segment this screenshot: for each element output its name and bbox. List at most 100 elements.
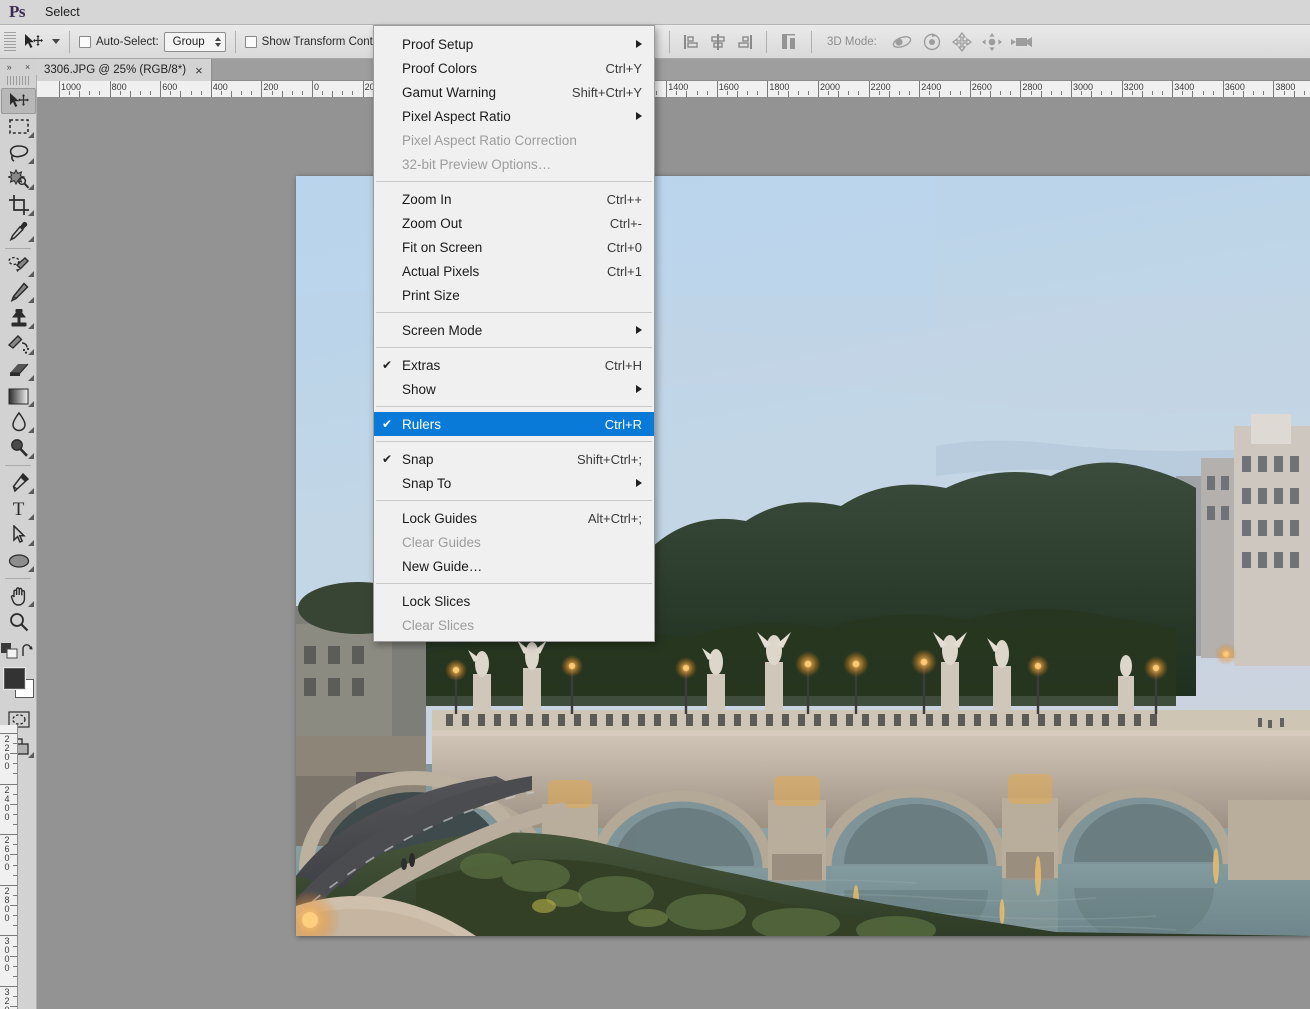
menu-item-label: Gamut Warning: [402, 84, 497, 100]
tool-move[interactable]: [1, 88, 36, 114]
submenu-arrow-icon: [636, 326, 642, 334]
menu-item-lock-guides[interactable]: Lock Guides Alt+Ctrl+;: [374, 506, 654, 530]
tool-dodge[interactable]: [1, 435, 36, 461]
menu-item-label: Zoom In: [402, 191, 452, 207]
ruler-minor-tick: [807, 91, 809, 95]
vertical-ruler[interactable]: 2 2 0 02 4 0 02 6 0 02 8 0 03 0 0 03 2 0…: [0, 725, 18, 1009]
auto-select-checkbox[interactable]: [79, 35, 91, 48]
horizontal-ruler[interactable]: 1000800600400200020040060080010001200140…: [37, 81, 1310, 98]
menu-item-label: Fit on Screen: [402, 239, 483, 255]
view-dropdown-menu[interactable]: Proof Setup Proof Colors Ctrl+Y Gamut Warni…: [373, 25, 655, 642]
ruler-minor-tick: [332, 91, 334, 97]
tools-panel-grip[interactable]: [7, 76, 29, 85]
tool-clone-stamp[interactable]: [1, 305, 36, 331]
close-panel-icon[interactable]: ×: [25, 62, 30, 72]
swap-colors-icon[interactable]: [20, 644, 35, 658]
canvas-workspace[interactable]: [37, 98, 1310, 1009]
ruler-minor-tick: [1030, 91, 1032, 95]
distribute-icon[interactable]: [778, 31, 800, 53]
menu-item-label: Proof Setup: [402, 36, 474, 52]
ruler-minor-tick: [13, 864, 17, 866]
tool-zoom[interactable]: [1, 609, 36, 635]
menu-item-print-size[interactable]: Print Size: [374, 283, 654, 307]
menu-item-zoom-out[interactable]: Zoom Out Ctrl+-: [374, 211, 654, 235]
tool-history-brush[interactable]: [1, 331, 36, 357]
menu-item-new-guide[interactable]: New Guide…: [374, 554, 654, 578]
menu-item-actual-pixels[interactable]: Actual Pixels Ctrl+1: [374, 259, 654, 283]
menu-item-label: Clear Guides: [402, 534, 481, 550]
menu-item-lock-slices[interactable]: Lock Slices: [374, 589, 654, 613]
menu-item-proof-colors[interactable]: Proof Colors Ctrl+Y: [374, 56, 654, 80]
auto-select-target-value: Group: [172, 35, 205, 48]
tool-brush[interactable]: [1, 279, 36, 305]
menu-item-fit-on-screen[interactable]: Fit on Screen Ctrl+0: [374, 235, 654, 259]
auto-select-target-dropdown[interactable]: Group: [163, 31, 226, 52]
menu-item-proof-setup[interactable]: Proof Setup: [374, 32, 654, 56]
options-divider-4: [766, 31, 767, 53]
menu-item-shortcut: Shift+Ctrl+Y: [571, 84, 642, 100]
tool-rectangular-marquee[interactable]: [1, 114, 36, 140]
ruler-minor-tick: [10, 955, 17, 957]
ruler-minor-tick: [220, 91, 222, 95]
camera-3d-icon[interactable]: [1010, 31, 1034, 53]
tool-crop[interactable]: [1, 192, 36, 218]
ruler-minor-tick: [69, 91, 71, 95]
eyedropper-tool-icon: [9, 221, 27, 241]
orbit-3d-icon[interactable]: [890, 31, 914, 53]
document-tab[interactable]: 3306.JPG @ 25% (RGB/8*) ×: [37, 59, 212, 81]
tool-lasso[interactable]: [1, 140, 36, 166]
close-tab-icon[interactable]: ×: [195, 63, 203, 78]
ruler-minor-tick: [10, 803, 17, 805]
options-bar-grip[interactable]: [4, 31, 16, 52]
menu-item-rulers[interactable]: ✔ Rulers Ctrl+R: [374, 412, 654, 436]
align-left-edges-icon[interactable]: [681, 31, 703, 53]
ruler-minor-tick: [656, 91, 658, 95]
tool-spot-healing-brush[interactable]: [1, 253, 36, 279]
menu-select[interactable]: Select: [34, 0, 100, 25]
tool-path-selection[interactable]: [1, 522, 36, 548]
menu-item-extras[interactable]: ✔ Extras Ctrl+H: [374, 353, 654, 377]
show-transform-controls-checkbox[interactable]: [244, 35, 257, 48]
menu-item-pixel-aspect-ratio[interactable]: Pixel Aspect Ratio: [374, 104, 654, 128]
align-horizontal-centers-icon[interactable]: [707, 31, 729, 53]
menu-item-screen-mode[interactable]: Screen Mode: [374, 318, 654, 342]
menu-item-label: 32-bit Preview Options…: [402, 156, 552, 172]
tool-preset-picker[interactable]: [20, 30, 46, 54]
tool-hand[interactable]: [1, 583, 36, 609]
pan-3d-icon[interactable]: [950, 31, 974, 53]
default-colors-icon[interactable]: [1, 643, 18, 659]
ruler-minor-tick: [13, 975, 17, 977]
ruler-minor-tick: [878, 91, 880, 95]
menu-item-gamut-warning[interactable]: Gamut Warning Shift+Ctrl+Y: [374, 80, 654, 104]
tool-pen[interactable]: [1, 470, 36, 496]
blur-tool-icon: [11, 412, 26, 432]
collapse-panel-icon[interactable]: »: [7, 62, 12, 72]
menu-item-show[interactable]: Show: [374, 377, 654, 401]
ruler-minor-tick: [838, 91, 840, 97]
ruler-minor-tick: [1091, 91, 1093, 97]
tool-horizontal-type[interactable]: T: [1, 496, 36, 522]
history-brush-tool-icon: [7, 335, 29, 354]
align-right-edges-icon[interactable]: [733, 31, 755, 53]
foreground-color-swatch[interactable]: [3, 667, 26, 690]
tool-gradient[interactable]: [1, 383, 36, 409]
menu-item-snap[interactable]: ✔ Snap Shift+Ctrl+;: [374, 447, 654, 471]
tool-eyedropper[interactable]: [1, 218, 36, 244]
ruler-minor-tick: [757, 91, 759, 95]
tool-quick-selection[interactable]: [1, 166, 36, 192]
menu-item-snap-to[interactable]: Snap To: [374, 471, 654, 495]
tool-preset-caret-icon[interactable]: [52, 39, 60, 44]
tool-blur[interactable]: [1, 409, 36, 435]
menu-separator: [376, 500, 652, 501]
tool-eraser[interactable]: [1, 357, 36, 383]
slide-3d-icon[interactable]: [980, 31, 1004, 53]
tools-panel-header: » ×: [0, 59, 37, 75]
menu-item-clear-guides: Clear Guides: [374, 530, 654, 554]
ruler-minor-tick: [1141, 91, 1143, 97]
menu-item-zoom-in[interactable]: Zoom In Ctrl++: [374, 187, 654, 211]
roll-3d-icon[interactable]: [920, 31, 944, 53]
brush-tool-icon: [10, 282, 29, 302]
color-swatches[interactable]: [1, 666, 36, 700]
tool-ellipse-shape[interactable]: [1, 548, 36, 574]
lasso-tool-icon: [9, 144, 28, 162]
